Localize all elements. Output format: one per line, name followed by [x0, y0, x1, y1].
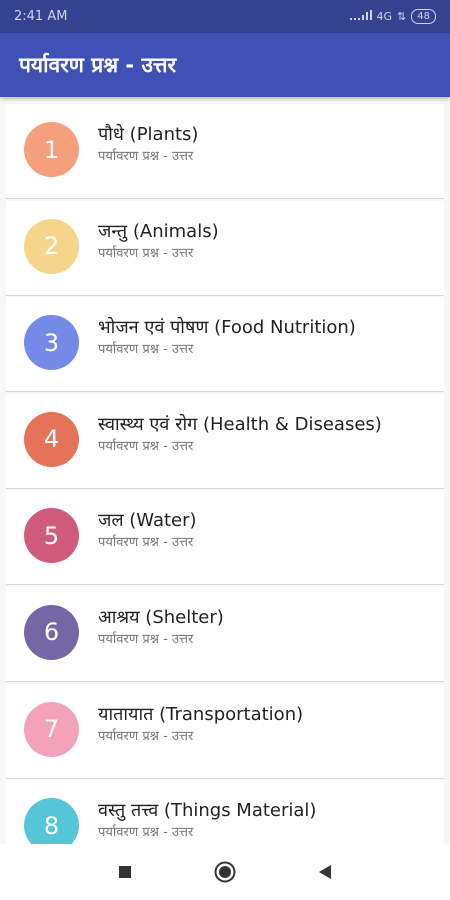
item-number: 3: [43, 328, 60, 357]
list-item[interactable]: 6 आश्रय (Shelter) पर्यावरण प्रश्न - उत्त…: [6, 586, 444, 682]
battery-level: 48: [417, 11, 430, 22]
item-number: 6: [43, 618, 60, 647]
number-badge: 2: [24, 218, 79, 274]
item-number: 2: [43, 232, 60, 261]
number-badge: 8: [24, 798, 79, 844]
recents-square-icon[interactable]: [110, 857, 140, 887]
item-subtitle: पर्यावरण प्रश्न - उत्तर: [98, 631, 194, 647]
item-subtitle: पर्यावरण प्रश्न - उत्तर: [98, 728, 194, 744]
item-title: वस्तु तत्त्व (Things Material): [98, 800, 317, 822]
number-badge: 5: [24, 508, 79, 564]
item-title: स्वास्थ्य एवं रोग (Health & Diseases): [98, 413, 382, 435]
item-subtitle: पर्यावरण प्रश्न - उत्तर: [98, 342, 194, 358]
list-item[interactable]: 7 यातायात (Transportation) पर्यावरण प्रश…: [6, 683, 444, 779]
list-item[interactable]: 8 वस्तु तत्त्व (Things Material) पर्यावर…: [6, 780, 444, 844]
item-subtitle: पर्यावरण प्रश्न - उत्तर: [98, 245, 194, 261]
list-item[interactable]: 2 जन्तु (Animals) पर्यावरण प्रश्न - उत्त…: [6, 200, 444, 296]
number-badge: 6: [24, 604, 79, 660]
item-title: यातायात (Transportation): [98, 703, 304, 725]
number-badge: 3: [24, 315, 79, 371]
system-nav-bar: [0, 844, 450, 900]
item-number: 1: [43, 135, 60, 164]
item-title: पौधे (Plants): [98, 124, 199, 145]
chapter-list: 1 पौधे (Plants) पर्यावरण प्रश्न - उत्तर …: [6, 104, 444, 844]
number-badge: 4: [24, 411, 79, 467]
number-badge: 7: [24, 701, 79, 757]
item-number: 7: [43, 715, 60, 744]
signal-icon: [349, 10, 372, 23]
list-item[interactable]: 1 पौधे (Plants) पर्यावरण प्रश्न - उत्तर: [6, 104, 444, 199]
item-subtitle: पर्यावरण प्रश्न - उत्तर: [98, 149, 194, 164]
item-subtitle: पर्यावरण प्रश्न - उत्तर: [98, 825, 194, 841]
status-bar: 2:41 AM 4G ⇅ 48: [0, 0, 450, 33]
home-circle-icon[interactable]: [210, 857, 240, 887]
item-subtitle: पर्यावरण प्रश्न - उत्तर: [98, 438, 194, 454]
item-number: 5: [43, 521, 60, 550]
back-triangle-icon[interactable]: [310, 857, 340, 887]
status-icons: 4G ⇅ 48: [349, 9, 436, 24]
item-subtitle: पर्यावरण प्रश्न - उत्तर: [98, 535, 194, 551]
list-item[interactable]: 4 स्वास्थ्य एवं रोग (Health & Diseases) …: [6, 393, 444, 489]
list-item[interactable]: 5 जल (Water) पर्यावरण प्रश्न - उत्तर: [6, 490, 444, 586]
page-title: पर्यावरण प्रश्न - उत्तर: [19, 53, 177, 77]
data-icon: ⇅: [397, 10, 407, 23]
item-title: जल (Water): [98, 510, 197, 532]
battery-icon: 48: [411, 9, 436, 24]
status-time: 2:41 AM: [14, 9, 68, 24]
list-item[interactable]: 3 भोजन एवं पोषण (Food Nutrition) पर्यावर…: [6, 297, 444, 393]
item-number: 4: [43, 425, 60, 454]
network-type: 4G: [376, 10, 393, 23]
app-bar: पर्यावरण प्रश्न - उत्तर: [0, 33, 450, 97]
item-title: आश्रय (Shelter): [98, 606, 224, 628]
item-number: 8: [43, 811, 60, 840]
item-title: जन्तु (Animals): [98, 220, 219, 242]
number-badge: 1: [24, 122, 79, 177]
item-title: भोजन एवं पोषण (Food Nutrition): [98, 317, 356, 339]
